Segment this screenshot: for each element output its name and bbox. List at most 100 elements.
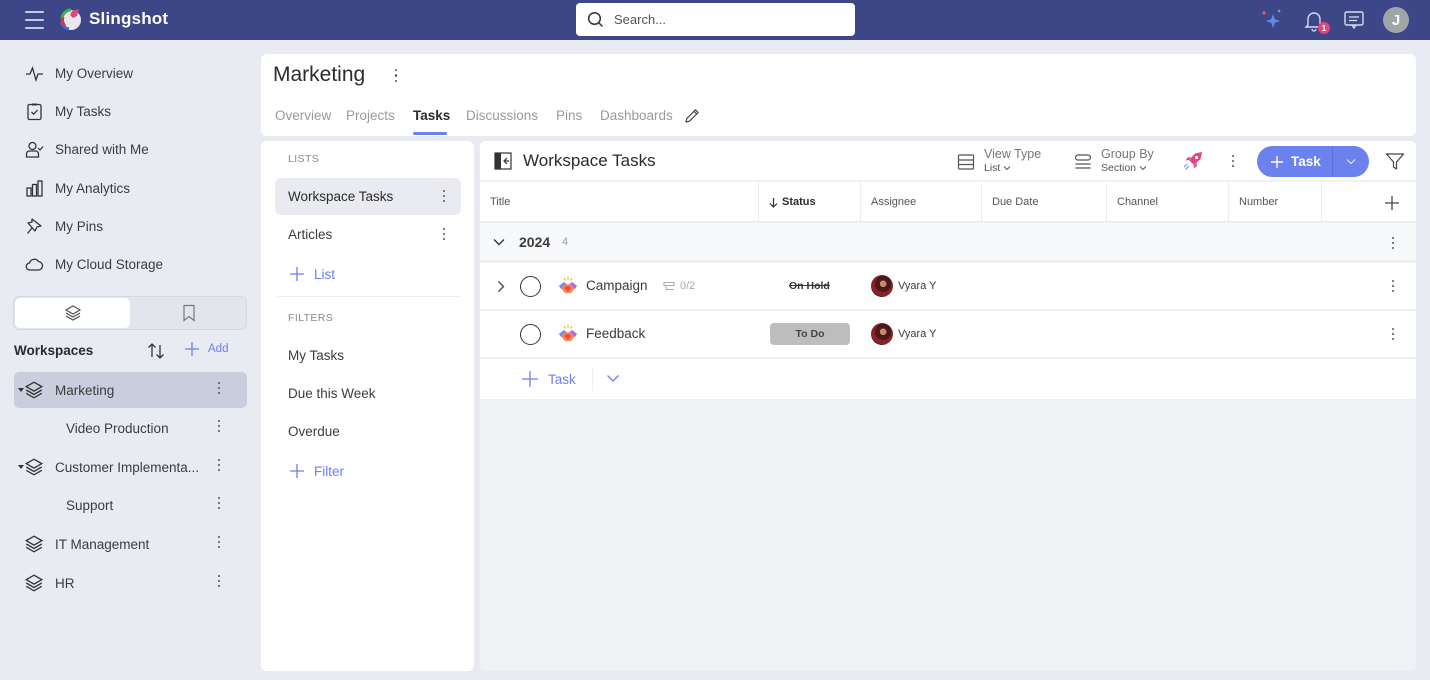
workspace-item-hr[interactable]: HR [14,565,247,601]
list-more-button[interactable] [442,228,446,240]
list-more-button[interactable] [442,190,446,202]
task-more-button[interactable] [1391,328,1395,340]
column-header-title[interactable]: Title [480,182,759,222]
add-column-icon[interactable] [1384,195,1400,211]
more-vertical-icon [1391,237,1395,249]
task-title: Feedback [586,326,646,341]
list-item-workspace-tasks[interactable]: Workspace Tasks [275,178,461,215]
bookmarks-view-tab[interactable] [131,298,246,328]
filter-item-due-this-week[interactable]: Due this Week [275,375,461,412]
more-vertical-icon [217,420,221,432]
user-avatar[interactable]: J [1383,7,1409,33]
search-box[interactable] [576,3,855,36]
menu-icon[interactable] [25,11,44,29]
task-complete-checkbox[interactable] [520,324,541,345]
sidebar-item-my-cloud-storage[interactable]: My Cloud Storage [25,251,163,277]
workspace-more-button[interactable] [217,575,225,591]
workspace-item-video-production[interactable]: Video Production [14,410,247,446]
layers-icon [64,305,81,321]
add-filter-button[interactable]: Filter [289,463,344,479]
column-header-due-date[interactable]: Due Date [982,182,1107,222]
sidebar-item-my-overview[interactable]: My Overview [25,60,133,86]
table-row[interactable]: Feedback To Do Vyara Y [480,311,1416,358]
status-badge[interactable]: On Hold [789,280,830,292]
section-name: 2024 [519,234,551,250]
list-label: Workspace Tasks [288,189,394,204]
add-task-label: Task [548,371,576,387]
filter-icon[interactable] [1385,152,1405,171]
task-complete-checkbox[interactable] [520,276,541,297]
tab-discussions[interactable]: Discussions [466,108,538,123]
add-list-label: List [314,266,336,282]
group-by-label: Group By [1101,147,1154,161]
new-task-options-button[interactable] [1333,146,1369,177]
tab-pins[interactable]: Pins [556,108,582,123]
column-header-channel[interactable]: Channel [1107,182,1229,222]
task-more-button[interactable] [1391,280,1395,292]
avatar [871,323,893,345]
group-by-dropdown[interactable]: Group By Section [1074,148,1154,173]
bookmark-icon [182,304,195,322]
table-row[interactable]: Campaign 0/2 On Hold Vyara Y [480,263,1416,310]
sidebar-item-my-tasks[interactable]: My Tasks [25,98,111,124]
filter-item-my-tasks[interactable]: My Tasks [275,337,461,374]
avatar [871,275,893,297]
column-header-number[interactable]: Number [1229,182,1322,222]
workspace-more-button[interactable] [217,382,225,398]
column-header-status[interactable]: Status [759,182,861,222]
column-header-assignee[interactable]: Assignee [861,182,982,222]
tab-projects[interactable]: Projects [346,108,395,123]
list-title: Workspace Tasks [523,151,656,170]
workspace-item-marketing[interactable]: Marketing [14,372,247,408]
assignee[interactable]: Vyara Y [871,275,937,297]
workspace-options-button[interactable] [394,69,398,82]
more-vertical-icon [217,459,221,471]
chevron-down-icon[interactable] [492,237,506,247]
add-list-button[interactable]: List [289,266,335,282]
section-more-button[interactable] [1391,237,1395,249]
sort-icon[interactable] [146,341,166,361]
sidebar-item-shared-with-me[interactable]: Shared with Me [25,136,149,162]
workspace-header: Marketing Overview Projects Tasks Discus… [261,54,1416,136]
sidebar-item-label: My Overview [55,65,134,81]
search-input[interactable] [614,12,834,27]
list-options-button[interactable] [1231,155,1235,167]
workspace-item-support[interactable]: Support [14,487,247,523]
status-badge[interactable]: To Do [770,323,850,345]
sidebar-item-label: My Pins [55,218,104,234]
subtask-count: 0/2 [663,280,695,292]
sidebar-item-my-analytics[interactable]: My Analytics [25,175,130,201]
workspace-item-customer-implementation[interactable]: Customer Implementa... [14,449,247,485]
messages-icon[interactable] [1342,8,1366,32]
slingshot-logo-icon [60,8,81,31]
edit-pencil-icon[interactable] [683,107,701,125]
workspace-more-button[interactable] [217,497,225,513]
workspace-label: IT Management [55,536,150,552]
plus-icon [522,371,538,387]
notifications-button[interactable]: 1 [1302,8,1330,34]
sidebar-item-my-pins[interactable]: My Pins [25,213,103,239]
workspace-more-button[interactable] [217,536,225,552]
list-item-articles[interactable]: Articles [275,216,461,253]
chevron-down-icon[interactable] [606,374,620,383]
assignee[interactable]: Vyara Y [871,323,937,345]
workspace-more-button[interactable] [217,459,225,475]
add-workspace-button[interactable]: Add [184,341,228,357]
new-task-button[interactable]: Task [1257,146,1333,177]
chevron-right-icon[interactable] [497,280,505,293]
filter-item-overdue[interactable]: Overdue [275,413,461,450]
workspace-item-it-management[interactable]: IT Management [14,526,247,562]
collapse-panel-icon[interactable] [494,152,512,170]
workspace-more-button[interactable] [217,420,225,436]
tab-tasks[interactable]: Tasks [413,108,450,123]
rocket-icon[interactable] [1182,150,1204,172]
ai-sparkle-icon[interactable] [1259,8,1283,32]
workspaces-view-tab[interactable] [15,298,130,328]
tab-overview[interactable]: Overview [275,108,331,123]
tasks-toolbar: Workspace Tasks View Type List Group By … [480,141,1416,181]
add-task-inline-button[interactable]: Task [521,370,576,388]
plus-icon [1271,155,1283,168]
view-type-dropdown[interactable]: View Type List [957,148,1041,173]
tab-dashboards[interactable]: Dashboards [600,108,673,123]
filter-label: Due this Week [288,386,376,401]
